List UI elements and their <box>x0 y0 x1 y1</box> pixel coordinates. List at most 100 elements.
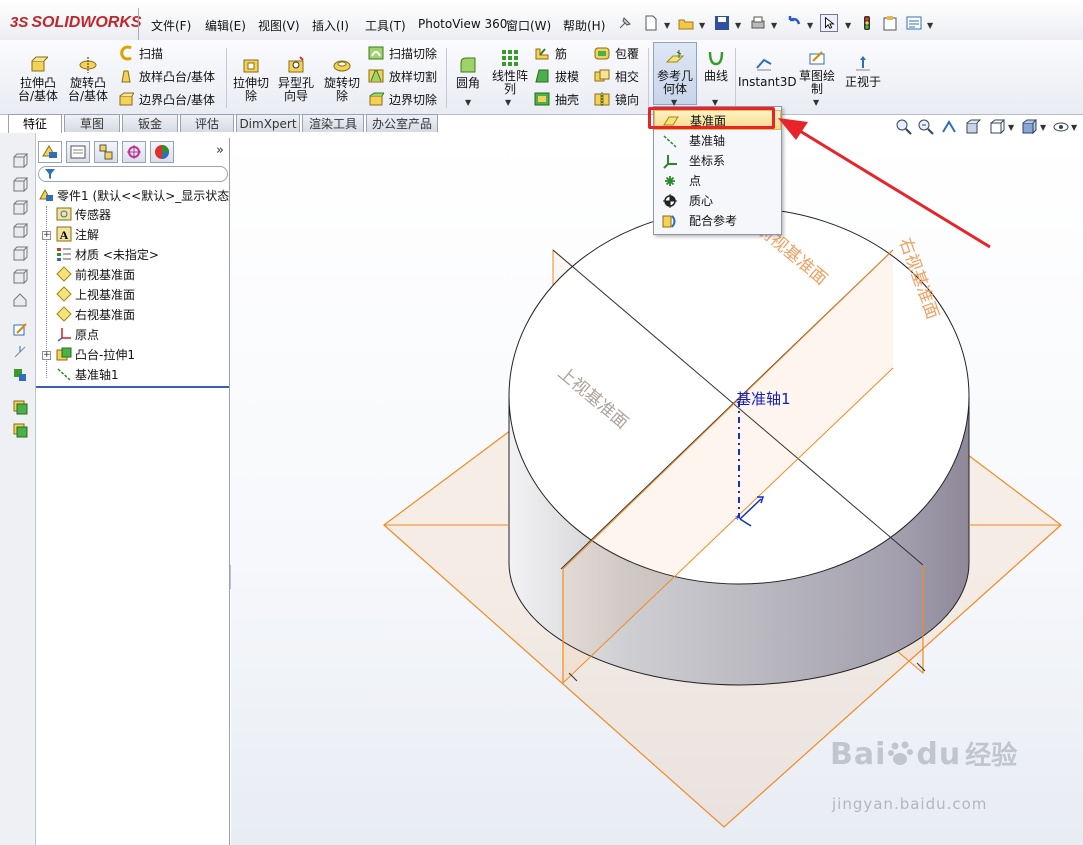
revolve-cut-button[interactable]: 旋转切 除 <box>320 55 364 103</box>
cube-view-icon[interactable] <box>12 269 28 285</box>
cube-view-icon[interactable] <box>12 292 28 308</box>
chevron-down-icon[interactable]: ▼ <box>505 98 511 107</box>
chevron-down-icon[interactable]: ▼ <box>845 21 851 30</box>
tab-dimxpert-manager[interactable] <box>122 141 146 163</box>
options-icon[interactable] <box>905 14 923 32</box>
tree-item-boss-extrude[interactable]: 凸台-拉伸1 <box>56 345 135 365</box>
file-properties-icon[interactable] <box>881 14 899 32</box>
tab-dimxpert[interactable]: DimXpert <box>236 114 300 132</box>
tree-item-annotations[interactable]: A 注解 <box>56 225 99 245</box>
menu-item-point[interactable]: 点 <box>654 171 781 191</box>
menu-view[interactable]: 视图(V) <box>258 17 300 34</box>
tab-sketch[interactable]: 草图 <box>64 114 120 132</box>
curves-button[interactable]: 曲线 <box>698 48 734 83</box>
tree-item-material[interactable]: 材质 <未指定> <box>56 245 159 265</box>
tree-root-part[interactable]: 零件1 (默认<<默认>_显示状态 <box>38 186 229 206</box>
menu-item-coordinate-system[interactable]: 坐标系 <box>654 151 781 171</box>
tab-render-tools[interactable]: 渲染工具 <box>302 114 364 132</box>
fillet-button[interactable]: 圆角 <box>450 55 486 90</box>
tree-filter-input[interactable] <box>38 166 228 182</box>
display-style-icon[interactable] <box>1020 118 1038 136</box>
menu-item-mate-reference[interactable]: 配合参考 <box>654 211 781 231</box>
chevron-down-icon[interactable]: ▼ <box>1040 123 1046 132</box>
extrude-cut-button[interactable]: 拉伸切 除 <box>229 55 273 103</box>
rebuild-icon[interactable] <box>858 14 876 32</box>
menu-tools[interactable]: 工具(T) <box>365 17 406 34</box>
swept-cut-button[interactable]: 扫描切除 <box>368 45 437 63</box>
chevron-down-icon[interactable]: ▼ <box>807 21 813 30</box>
expand-panel-icon[interactable]: » <box>216 143 224 158</box>
open-folder-icon[interactable] <box>677 14 695 32</box>
expand-toggle[interactable]: + <box>42 231 51 240</box>
cube-view-icon[interactable] <box>12 246 28 262</box>
draft-button[interactable]: 拔模 <box>534 68 579 86</box>
menu-edit[interactable]: 编辑(E) <box>205 17 246 34</box>
tab-evaluate[interactable]: 评估 <box>180 114 234 132</box>
menu-window[interactable]: 窗口(W) <box>506 17 551 34</box>
tab-office-products[interactable]: 办公室产品 <box>366 114 438 132</box>
sketch-button[interactable]: 草图绘 制 <box>795 48 839 96</box>
tab-display-manager[interactable] <box>150 141 174 163</box>
tree-item-right-plane[interactable]: 右视基准面 <box>56 305 135 325</box>
tree-item-front-plane[interactable]: 前视基准面 <box>56 265 135 285</box>
chevron-down-icon[interactable]: ▼ <box>465 98 471 107</box>
rib-button[interactable]: 筋 <box>534 45 567 63</box>
tree-item-axis[interactable]: 基准轴1 <box>56 365 119 385</box>
hide-show-items-icon[interactable] <box>1052 118 1070 136</box>
new-document-icon[interactable] <box>642 14 660 32</box>
tab-sheet-metal[interactable]: 钣金 <box>122 114 178 132</box>
revolve-boss-button[interactable]: 旋转凸 台/基体 <box>66 55 110 103</box>
menu-file[interactable]: 文件(F) <box>151 17 191 34</box>
shell-button[interactable]: 抽壳 <box>534 91 579 109</box>
rollback-bar[interactable] <box>36 386 229 388</box>
tab-features[interactable]: 特征 <box>8 114 62 133</box>
undo-icon[interactable] <box>785 14 803 32</box>
wrap-button[interactable]: 包覆 <box>594 45 639 63</box>
print-icon[interactable] <box>749 14 767 32</box>
chevron-down-icon[interactable]: ▼ <box>1071 123 1077 132</box>
menu-item-axis[interactable]: 基准轴 <box>654 131 781 151</box>
loft-boss-button[interactable]: 放样凸台/基体 <box>118 68 215 86</box>
expand-toggle[interactable]: + <box>42 351 51 360</box>
pin-icon[interactable] <box>616 14 634 32</box>
feature-icon[interactable] <box>12 422 28 438</box>
chevron-down-icon[interactable]: ▼ <box>813 98 819 107</box>
cube-view-icon[interactable] <box>12 223 28 239</box>
chevron-down-icon[interactable]: ▼ <box>699 21 705 30</box>
sketch-pencil-icon[interactable] <box>12 321 28 337</box>
relations-icon[interactable] <box>12 367 28 383</box>
boundary-boss-button[interactable]: 边界凸台/基体 <box>118 91 215 109</box>
mirror-button[interactable]: 镜向 <box>594 91 639 109</box>
chevron-down-icon[interactable]: ▼ <box>735 21 741 30</box>
feature-icon[interactable] <box>12 399 28 415</box>
hole-wizard-button[interactable]: 异型孔 向导 <box>274 55 318 103</box>
reference-geometry-button[interactable]: 参考几 何体 <box>654 48 696 96</box>
smart-dimension-icon[interactable] <box>12 344 28 360</box>
menu-insert[interactable]: 插入(I) <box>312 17 349 34</box>
normal-to-button[interactable]: 正视于 <box>842 54 884 89</box>
sweep-button[interactable]: 扫描 <box>118 45 163 63</box>
chevron-down-icon[interactable]: ▼ <box>771 21 777 30</box>
linear-pattern-button[interactable]: 线性阵 列 <box>488 48 532 96</box>
save-icon[interactable] <box>713 14 731 32</box>
cube-view-icon[interactable] <box>12 153 28 169</box>
chevron-down-icon[interactable]: ▼ <box>664 21 670 30</box>
select-cursor-icon[interactable] <box>820 14 838 32</box>
menu-item-center-of-mass[interactable]: 质心 <box>654 191 781 211</box>
cube-view-icon[interactable] <box>12 177 28 193</box>
tree-item-sensors[interactable]: 传感器 <box>56 205 111 225</box>
tree-item-top-plane[interactable]: 上视基准面 <box>56 285 135 305</box>
extrude-boss-button[interactable]: 拉伸凸 台/基体 <box>16 55 60 103</box>
intersect-button[interactable]: 相交 <box>594 68 639 86</box>
chevron-down-icon[interactable]: ▼ <box>927 21 933 30</box>
menu-photoview[interactable]: PhotoView 360 <box>418 17 507 31</box>
instant3d-button[interactable]: Instant3D <box>738 54 797 89</box>
tree-item-origin[interactable]: 原点 <box>56 325 99 345</box>
boundary-cut-button[interactable]: 边界切除 <box>368 91 437 109</box>
menu-help[interactable]: 帮助(H) <box>563 17 605 34</box>
lofted-cut-button[interactable]: 放样切割 <box>368 68 437 86</box>
tab-property-manager[interactable] <box>66 141 90 163</box>
chevron-down-icon[interactable]: ▼ <box>1008 123 1014 132</box>
tab-configuration-manager[interactable] <box>94 141 118 163</box>
tab-feature-manager[interactable] <box>38 141 62 163</box>
